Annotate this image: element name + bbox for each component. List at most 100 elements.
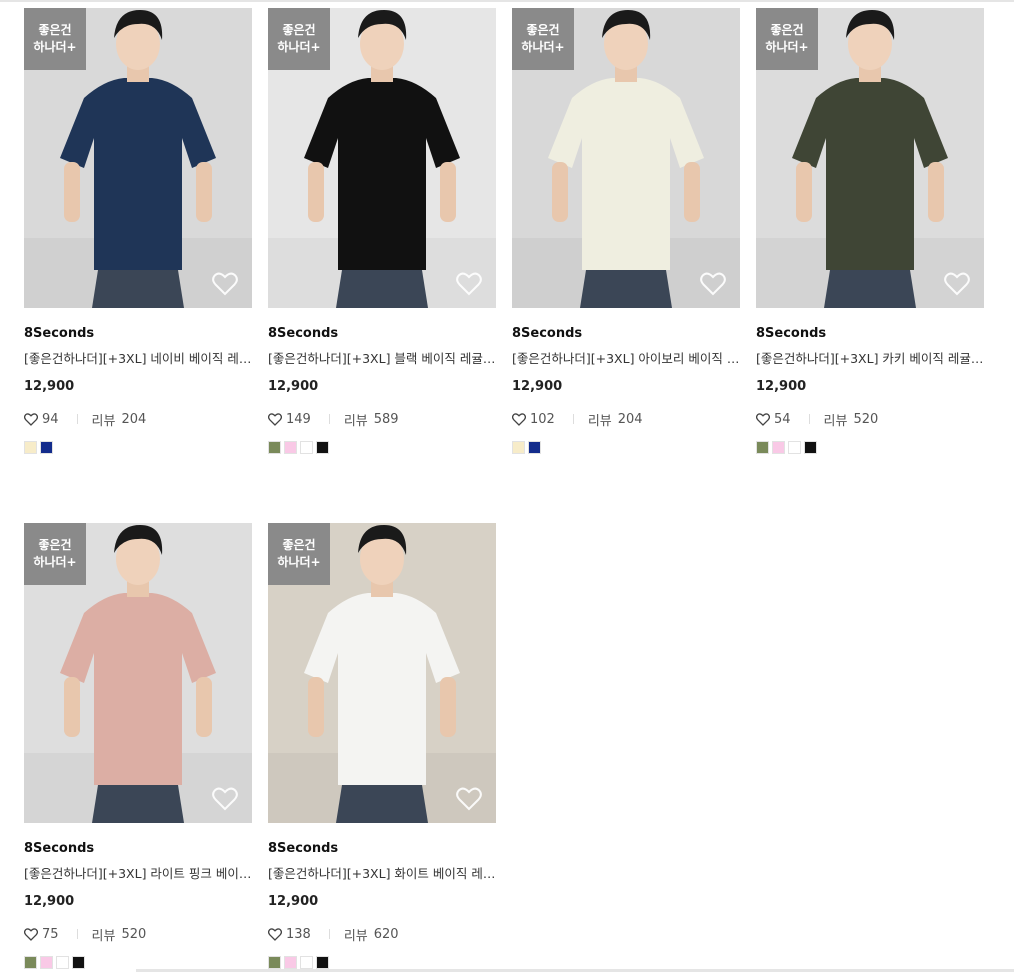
color-swatch[interactable] xyxy=(788,441,801,454)
like-count: 75 xyxy=(42,926,59,942)
product-price: 12,900 xyxy=(24,894,75,909)
brand-name[interactable]: 8Seconds xyxy=(24,841,252,859)
color-swatch[interactable] xyxy=(528,441,541,454)
product-image[interactable]: 좋은건 하나더+ xyxy=(268,523,496,823)
product-stats: 94 리뷰 204 xyxy=(24,410,252,429)
color-swatch[interactable] xyxy=(40,956,53,969)
heart-icon[interactable] xyxy=(944,272,970,296)
brand-name[interactable]: 8Seconds xyxy=(268,841,496,859)
color-swatch[interactable] xyxy=(24,956,37,969)
promo-badge-line2: 하나더+ xyxy=(33,40,77,54)
color-swatch[interactable] xyxy=(772,441,785,454)
color-swatches xyxy=(268,956,496,969)
stats-separator xyxy=(328,929,330,939)
product-stats: 102 리뷰 204 xyxy=(512,410,740,429)
like-count: 102 xyxy=(530,411,555,427)
stats-separator xyxy=(76,414,78,424)
product-image[interactable]: 좋은건 하나더+ xyxy=(24,523,252,823)
heart-icon[interactable] xyxy=(212,272,238,296)
color-swatches xyxy=(24,956,252,969)
like-count: 54 xyxy=(774,411,791,427)
brand-name[interactable]: 8Seconds xyxy=(512,326,740,344)
product-name[interactable]: [좋은건하나더][+3XL] 아이보리 베이직 레귤러핏 반소매 티셔츠 xyxy=(512,348,740,366)
brand-name[interactable]: 8Seconds xyxy=(756,326,984,344)
like-heart-icon[interactable] xyxy=(24,412,38,426)
product-name[interactable]: [좋은건하나더][+3XL] 카키 베이직 레귤러핏 반소매 티셔츠 xyxy=(756,348,984,366)
color-swatch[interactable] xyxy=(316,956,329,969)
color-swatch[interactable] xyxy=(512,441,525,454)
color-swatches xyxy=(268,441,496,454)
like-heart-icon[interactable] xyxy=(268,927,282,941)
product-name[interactable]: [좋은건하나더][+3XL] 화이트 베이직 레귤러핏 반소매 티셔츠 xyxy=(268,863,496,881)
promo-badge: 좋은건 하나더+ xyxy=(24,523,86,585)
color-swatch[interactable] xyxy=(268,956,281,969)
product-image[interactable]: 좋은건 하나더+ xyxy=(24,8,252,308)
color-swatch[interactable] xyxy=(40,441,53,454)
product-card: 좋은건 하나더+ 8Seconds [좋은건하나더][+3XL] 네이비 베이직… xyxy=(24,8,252,454)
product-image[interactable]: 좋은건 하나더+ xyxy=(756,8,984,308)
promo-badge-line1: 좋은건 xyxy=(282,538,316,552)
product-card: 좋은건 하나더+ 8Seconds [좋은건하나더][+3XL] 아이보리 베이… xyxy=(512,8,740,454)
product-price: 12,900 xyxy=(268,379,319,394)
review-label: 리뷰 xyxy=(587,413,612,429)
product-image[interactable]: 좋은건 하나더+ xyxy=(268,8,496,308)
color-swatch[interactable] xyxy=(56,956,69,969)
promo-badge-line1: 좋은건 xyxy=(526,23,560,37)
color-swatch[interactable] xyxy=(300,956,313,969)
review-label: 리뷰 xyxy=(91,413,116,429)
heart-icon[interactable] xyxy=(456,272,482,296)
heart-icon[interactable] xyxy=(700,272,726,296)
color-swatch[interactable] xyxy=(72,956,85,969)
promo-badge-line1: 좋은건 xyxy=(770,23,804,37)
stats-separator xyxy=(572,414,574,424)
like-heart-icon[interactable] xyxy=(24,927,38,941)
like-heart-icon[interactable] xyxy=(756,412,770,426)
product-card: 좋은건 하나더+ 8Seconds [좋은건하나더][+3XL] 블랙 베이직 … xyxy=(268,8,496,454)
promo-badge-line1: 좋은건 xyxy=(38,538,72,552)
promo-badge-line2: 하나더+ xyxy=(521,40,565,54)
promo-badge: 좋은건 하나더+ xyxy=(268,8,330,70)
color-swatch[interactable] xyxy=(316,441,329,454)
color-swatch[interactable] xyxy=(804,441,817,454)
promo-badge-line1: 좋은건 xyxy=(282,23,316,37)
promo-badge-line2: 하나더+ xyxy=(277,40,321,54)
review-count: 589 xyxy=(373,411,399,427)
color-swatch[interactable] xyxy=(24,441,37,454)
like-count: 138 xyxy=(286,926,311,942)
promo-badge: 좋은건 하나더+ xyxy=(756,8,818,70)
color-swatches xyxy=(24,441,252,454)
color-swatch[interactable] xyxy=(756,441,769,454)
review-label: 리뷰 xyxy=(91,928,116,944)
review-label: 리뷰 xyxy=(823,413,848,429)
promo-badge-line2: 하나더+ xyxy=(277,555,321,569)
product-name[interactable]: [좋은건하나더][+3XL] 블랙 베이직 레귤러핏 반소매 티셔츠 xyxy=(268,348,496,366)
review-count: 620 xyxy=(373,926,399,942)
product-name[interactable]: [좋은건하나더][+3XL] 네이비 베이직 레귤러핏 반소매 티셔츠 xyxy=(24,348,252,366)
color-swatch[interactable] xyxy=(268,441,281,454)
color-swatches xyxy=(512,441,740,454)
color-swatches xyxy=(756,441,984,454)
product-card: 좋은건 하나더+ 8Seconds [좋은건하나더][+3XL] 카키 베이직 … xyxy=(756,8,984,454)
stats-separator xyxy=(808,414,810,424)
color-swatch[interactable] xyxy=(284,441,297,454)
like-heart-icon[interactable] xyxy=(512,412,526,426)
like-count: 94 xyxy=(42,411,59,427)
color-swatch[interactable] xyxy=(300,441,313,454)
product-stats: 138 리뷰 620 xyxy=(268,925,496,944)
product-price: 12,900 xyxy=(24,379,75,394)
heart-icon[interactable] xyxy=(456,787,482,811)
product-price: 12,900 xyxy=(268,894,319,909)
stats-separator xyxy=(76,929,78,939)
review-count: 204 xyxy=(617,411,643,427)
brand-name[interactable]: 8Seconds xyxy=(24,326,252,344)
review-count: 520 xyxy=(121,926,147,942)
top-divider xyxy=(0,0,1014,2)
brand-name[interactable]: 8Seconds xyxy=(268,326,496,344)
heart-icon[interactable] xyxy=(212,787,238,811)
color-swatch[interactable] xyxy=(284,956,297,969)
like-heart-icon[interactable] xyxy=(268,412,282,426)
product-name[interactable]: [좋은건하나더][+3XL] 라이트 핑크 베이직 레귤러핏 반소매 티셔츠 xyxy=(24,863,252,881)
product-image[interactable]: 좋은건 하나더+ xyxy=(512,8,740,308)
review-label: 리뷰 xyxy=(343,928,368,944)
promo-badge-line1: 좋은건 xyxy=(38,23,72,37)
